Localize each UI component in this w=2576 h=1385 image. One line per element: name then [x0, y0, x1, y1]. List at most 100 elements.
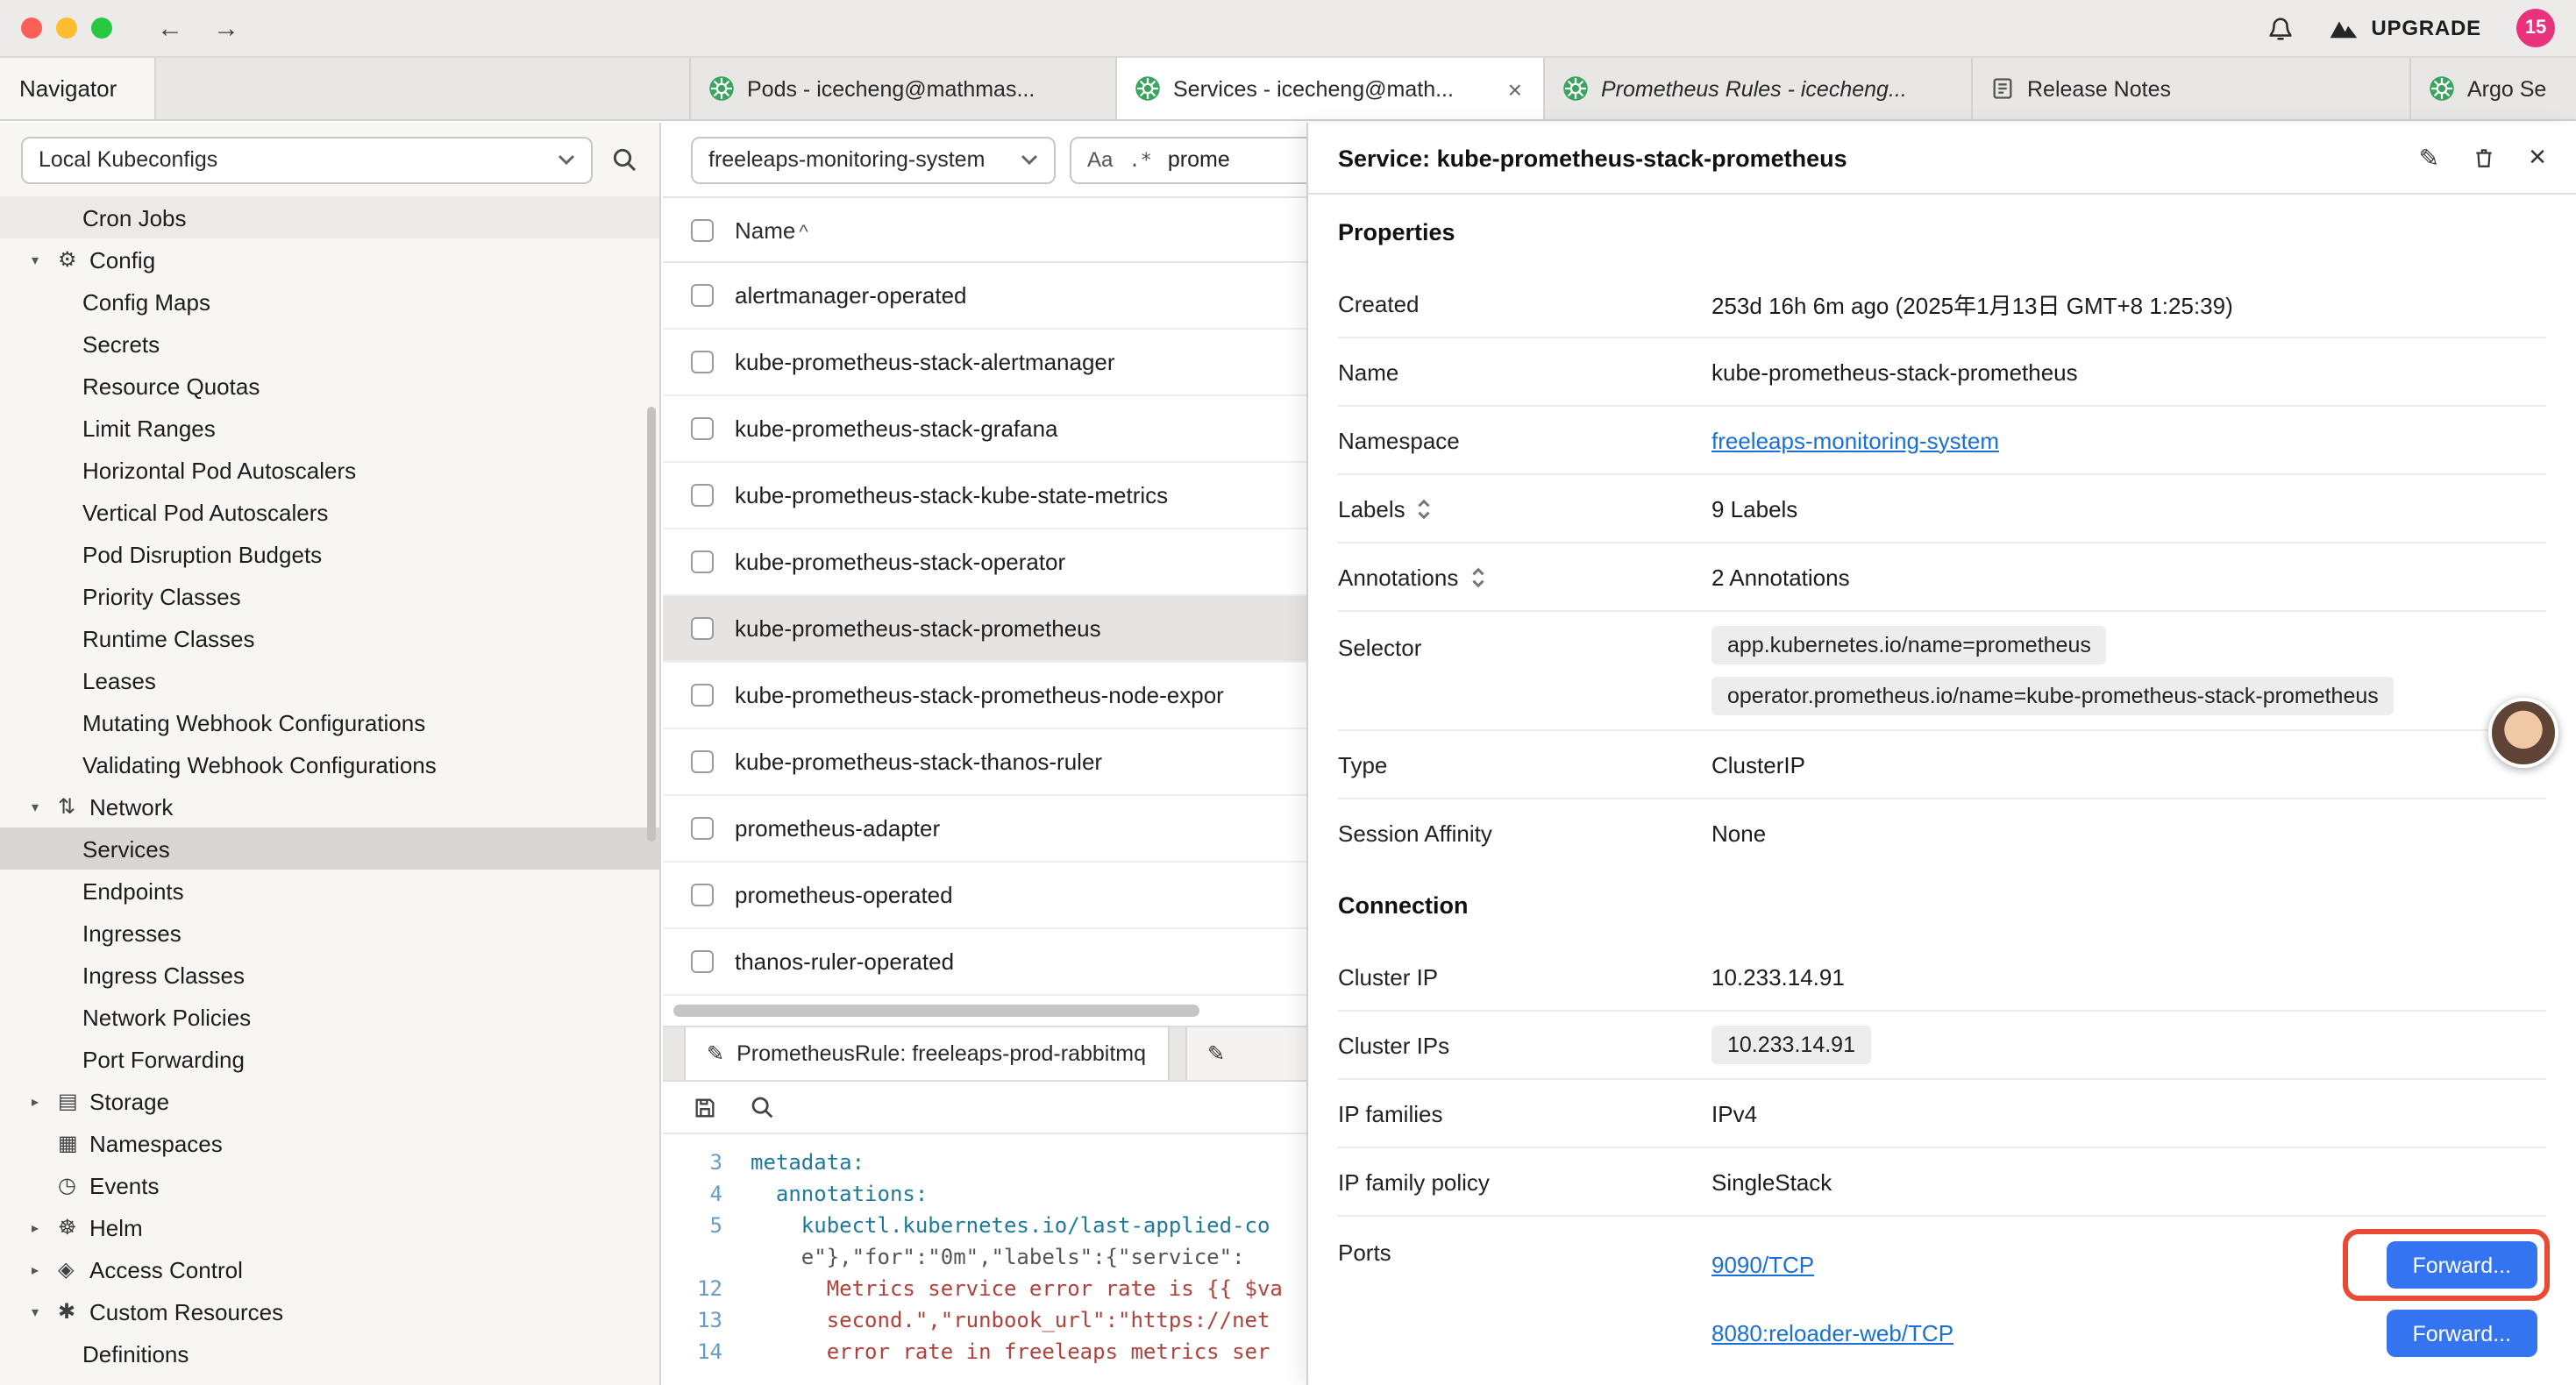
sidebar-item[interactable]: Runtime Classes — [0, 617, 659, 659]
sidebar-item[interactable]: ▸ ☸ Helm — [0, 1206, 659, 1248]
sidebar-search-icon[interactable] — [610, 146, 638, 174]
service-name: kube-prometheus-stack-alertmanager — [735, 349, 1115, 375]
port-link-8080[interactable]: 8080:reloader-web/TCP — [1711, 1320, 1953, 1346]
close-tab-icon[interactable]: × — [1505, 75, 1526, 103]
sidebar-item[interactable]: ▸ ▤ Storage — [0, 1080, 659, 1122]
tree-chevron-icon[interactable]: ▾ — [32, 1303, 58, 1319]
select-all-checkbox[interactable] — [691, 218, 714, 241]
notifications-bell-icon[interactable] — [2267, 15, 2294, 41]
row-checkbox[interactable] — [691, 950, 714, 973]
line-number: 14 — [663, 1336, 751, 1367]
namespace-link[interactable]: freeleaps-monitoring-system — [1711, 427, 1999, 453]
sidebar-item[interactable]: Network Policies — [0, 996, 659, 1038]
sidebar-scrollbar-thumb[interactable] — [647, 407, 656, 842]
sidebar-item[interactable]: Vertical Pod Autoscalers — [0, 491, 659, 533]
row-checkbox[interactable] — [691, 817, 714, 840]
sidebar-item[interactable]: Resource Quotas — [0, 365, 659, 407]
regex-toggle[interactable]: .* — [1128, 148, 1152, 171]
forward-button-8080[interactable]: Forward... — [2386, 1310, 2537, 1357]
sidebar-item[interactable]: Priority Classes — [0, 575, 659, 617]
sidebar-item[interactable]: Definitions — [0, 1332, 659, 1374]
row-checkbox[interactable] — [691, 617, 714, 640]
sidebar-item[interactable]: Mutating Webhook Configurations — [0, 701, 659, 743]
tab-pods[interactable]: Pods - icecheng@mathmas... — [689, 58, 1117, 119]
forward-button[interactable]: → — [207, 13, 246, 43]
expand-collapse-icon[interactable] — [1469, 565, 1486, 588]
horizontal-scrollbar-thumb[interactable] — [673, 1005, 1199, 1017]
assistant-avatar[interactable] — [2488, 698, 2558, 768]
ip-family-policy-value: SingleStack — [1711, 1168, 2546, 1195]
service-detail-drawer: Service: kube-prometheus-stack-prometheu… — [1306, 123, 2576, 1385]
sidebar-item[interactable]: Config Maps — [0, 281, 659, 323]
save-icon[interactable] — [693, 1095, 717, 1119]
created-value: 253d 16h 6m ago (2025年1月13日 GMT+8 1:25:3… — [1711, 287, 2546, 320]
row-checkbox[interactable] — [691, 550, 714, 573]
tab-release-notes[interactable]: Release Notes — [1973, 58, 2411, 119]
labels-row: Labels 9 Labels — [1338, 475, 2546, 543]
name-row: Name kube-prometheus-stack-prometheus — [1338, 338, 2546, 407]
sidebar-item-label: Ingress Classes — [82, 962, 245, 988]
sidebar-item[interactable]: Endpoints — [0, 870, 659, 912]
sidebar-item[interactable]: Secrets — [0, 323, 659, 365]
sidebar-item[interactable]: Cron Jobs — [0, 196, 659, 238]
navigator-pane-tab[interactable]: Navigator — [0, 58, 156, 119]
minimize-window-button[interactable] — [56, 18, 77, 39]
sidebar-item[interactable]: Validating Webhook Configurations — [0, 743, 659, 785]
sidebar-item[interactable]: ▸ ◈ Access Control — [0, 1248, 659, 1290]
forward-button-9090[interactable]: Forward... — [2386, 1241, 2537, 1289]
expand-collapse-icon[interactable] — [1416, 497, 1434, 520]
sidebar-tree: Cron Jobs ▾ ⚙ Config Config Maps — [0, 196, 659, 1374]
sidebar-item[interactable]: Leases — [0, 659, 659, 701]
row-checkbox[interactable] — [691, 484, 714, 507]
tree-chevron-icon[interactable]: ▾ — [32, 252, 58, 267]
sidebar-item[interactable]: ▾ ⚙ Config — [0, 238, 659, 281]
editor-search-icon[interactable] — [749, 1094, 775, 1120]
sidebar-item[interactable]: Services — [0, 827, 659, 870]
row-checkbox[interactable] — [691, 417, 714, 440]
tree-item-icon: ◷ — [58, 1173, 89, 1197]
upgrade-button[interactable]: UPGRADE — [2329, 16, 2481, 40]
row-checkbox[interactable] — [691, 684, 714, 707]
tree-chevron-icon[interactable]: ▸ — [32, 1093, 58, 1109]
sidebar-item-label: Config Maps — [82, 288, 210, 315]
sidebar-item[interactable]: ◷ Events — [0, 1164, 659, 1206]
notification-count-badge[interactable]: 15 — [2516, 9, 2555, 47]
line-number: 12 — [663, 1273, 751, 1304]
sidebar-item[interactable]: Limit Ranges — [0, 407, 659, 449]
name-column-header[interactable]: Name^ — [735, 217, 808, 243]
maximize-window-button[interactable] — [91, 18, 112, 39]
tab-argo[interactable]: Argo Se — [2411, 58, 2576, 119]
match-case-toggle[interactable]: Aa — [1087, 147, 1113, 172]
line-number: 13 — [663, 1304, 751, 1336]
tab-services[interactable]: Services - icecheng@math... × — [1117, 58, 1545, 119]
row-checkbox[interactable] — [691, 750, 714, 773]
namespace-filter-select[interactable]: freeleaps-monitoring-system — [691, 136, 1056, 183]
edit-button[interactable]: ✎ — [2419, 143, 2439, 173]
row-checkbox[interactable] — [691, 284, 714, 307]
row-checkbox[interactable] — [691, 351, 714, 373]
line-number: 4 — [663, 1178, 751, 1210]
sidebar-item[interactable]: ▦ Namespaces — [0, 1122, 659, 1164]
back-button[interactable]: ← — [151, 13, 189, 43]
sidebar-item[interactable]: Pod Disruption Budgets — [0, 533, 659, 575]
sidebar-item[interactable]: ▾ ✱ Custom Resources — [0, 1290, 659, 1332]
tree-chevron-icon[interactable]: ▸ — [32, 1219, 58, 1235]
sidebar-item[interactable]: Ingresses — [0, 912, 659, 954]
sidebar-item[interactable]: Horizontal Pod Autoscalers — [0, 449, 659, 491]
editor-tab-prometheusrule[interactable]: ✎ PrometheusRule: freeleaps-prod-rabbitm… — [684, 1027, 1169, 1080]
code-text: error rate in freeleaps metrics ser — [751, 1336, 1270, 1367]
port-link-9090[interactable]: 9090/TCP — [1711, 1252, 1814, 1278]
tree-chevron-icon[interactable]: ▸ — [32, 1261, 58, 1277]
tab-prometheus-rules[interactable]: Prometheus Rules - icecheng... — [1545, 58, 1973, 119]
close-window-button[interactable] — [21, 18, 42, 39]
sidebar-item[interactable]: ▾ ⇅ Network — [0, 785, 659, 827]
sidebar-item[interactable]: Ingress Classes — [0, 954, 659, 996]
kubeconfig-selector[interactable]: Local Kubeconfigs — [21, 136, 593, 183]
row-checkbox[interactable] — [691, 884, 714, 906]
delete-button[interactable] — [2473, 146, 2495, 170]
tree-chevron-icon[interactable]: ▾ — [32, 799, 58, 814]
sidebar-item-label: Resource Quotas — [82, 373, 260, 399]
sidebar-item[interactable]: Port Forwarding — [0, 1038, 659, 1080]
close-drawer-button[interactable]: × — [2529, 140, 2546, 175]
namespace-filter-value: freeleaps-monitoring-system — [708, 147, 985, 172]
